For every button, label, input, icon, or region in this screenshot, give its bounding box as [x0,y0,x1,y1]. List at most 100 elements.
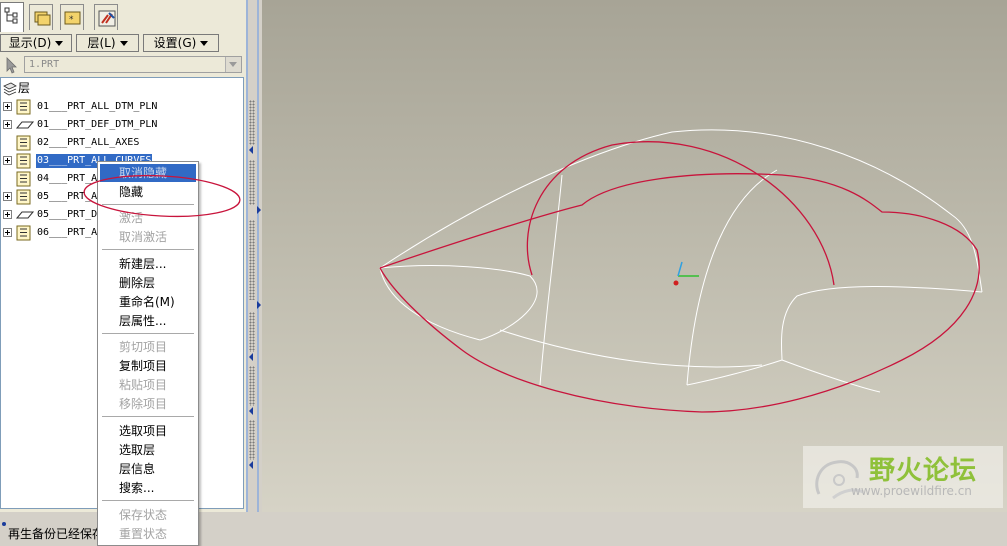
model-selector-combo[interactable]: 1.PRT [24,56,242,73]
menu-item-deactivate[interactable]: 取消激活 [100,228,196,246]
right-lower-edge [781,359,881,393]
menu-item-delete-layer[interactable]: 删除层 [100,274,196,292]
expand-plus-icon[interactable] [3,120,12,129]
folder-browser-icon [34,11,51,26]
graphics-viewport[interactable]: 野火论坛 www.proewildfire.cn [262,0,1007,512]
menu-item-new-layer[interactable]: 新建层... [100,255,196,273]
layers-stack-icon [3,82,17,96]
menu-separator [102,333,194,335]
expand-plus-icon[interactable] [3,210,12,219]
splitter-grip[interactable] [249,420,255,460]
model-filter-row: 1.PRT [0,55,246,75]
expand-plus-icon[interactable] [3,156,12,165]
wireframe-edges [379,129,983,393]
menu-item-select-items[interactable]: 选取项目 [100,422,196,440]
layer-name: 01___PRT_ALL_DTM_PLN [37,101,158,112]
forum-watermark: 野火论坛 www.proewildfire.cn [803,446,1003,508]
chevron-down-icon[interactable] [225,57,241,72]
layer-tree-icon [4,7,18,24]
model-tree-menu-bar: 显示(D) 层(L) 设置(G) [0,34,246,54]
expand-plus-icon[interactable] [3,228,12,237]
chevron-down-icon [119,41,128,46]
layer-list-icon [16,135,31,151]
menu-item-search[interactable]: 搜索... [100,479,196,497]
menu-item-reset-status[interactable]: 重置状态 [100,525,196,543]
left-section-curve [539,174,563,386]
favorites-folder-icon: * [64,11,81,25]
menu-separator [102,249,194,251]
bottom-link-edge [686,359,783,386]
layer-menu-button[interactable]: 层(L) [76,34,139,52]
settings-menu-button[interactable]: 设置(G) [143,34,219,52]
menu-item-copy-items[interactable]: 复制项目 [100,357,196,375]
datum-plane-icon [16,121,34,129]
layer-menu-label: 层(L) [87,36,116,50]
layer-list-icon [16,225,31,241]
select-pointer-button[interactable] [2,56,20,74]
collapse-left-icon[interactable] [249,407,253,415]
highlighted-curves [379,141,980,413]
expand-right-icon[interactable] [257,206,261,214]
layer-name: 04___PRT_A [37,173,98,184]
splitter-edge [246,0,248,512]
collapse-left-icon[interactable] [249,461,253,469]
menu-item-paste-items[interactable]: 粘贴项目 [100,376,196,394]
layer-tree-tab[interactable] [0,2,24,32]
splitter-grip[interactable] [249,160,255,205]
collapse-left-icon[interactable] [249,353,253,361]
menu-item-rename[interactable]: 重命名(M) [100,293,196,311]
menu-item-unhide[interactable]: 取消隐藏 [100,164,196,182]
layer-name: 05___PRT_D [37,209,98,220]
layer-list-icon [16,171,31,187]
menu-item-cut-items[interactable]: 剪切项目 [100,338,196,356]
menu-item-hide[interactable]: 隐藏 [100,183,196,201]
layer-name: 01___PRT_DEF_DTM_PLN [37,119,158,130]
svg-text:*: * [69,15,74,25]
menu-separator [102,204,194,206]
layer-name: 05___PRT_A [37,191,98,202]
watermark-url: www.proewildfire.cn [851,484,972,498]
splitter-grip[interactable] [249,220,255,300]
layer-list-icon [16,153,31,169]
datum-plane-icon [16,211,34,219]
layer-name: 02___PRT_ALL_AXES [37,137,140,148]
left-lobe-lower-edge [379,267,481,341]
left-lobe-edge [379,265,538,341]
menu-item-save-status[interactable]: 保存状态 [100,506,196,524]
coordinate-triad-icon [673,261,699,286]
panel-splitter[interactable] [246,0,262,512]
menu-item-remove-items[interactable]: 移除项目 [100,395,196,413]
connections-tools-icon [98,10,116,27]
splitter-grip[interactable] [249,366,255,406]
splitter-edge [257,0,259,512]
expand-plus-icon[interactable] [3,192,12,201]
status-bullet-icon [2,522,6,526]
cursor-arrow-icon [6,57,17,74]
top-arch-curve [526,141,835,286]
menu-item-select-layers[interactable]: 选取层 [100,441,196,459]
layer-list-icon [16,189,31,205]
favorites-tab[interactable]: * [60,4,84,30]
expand-plus-icon[interactable] [3,102,12,111]
collapse-left-icon[interactable] [249,146,253,154]
chevron-down-icon [55,41,64,46]
connections-tab[interactable] [94,4,118,30]
layer-context-menu: 取消隐藏 隐藏 激活 取消激活 新建层... 删除层 重命名(M) 层属性...… [97,161,199,546]
folder-browser-tab[interactable] [29,4,53,30]
menu-item-activate[interactable]: 激活 [100,209,196,227]
show-menu-button[interactable]: 显示(D) [0,34,72,52]
menu-item-layer-properties[interactable]: 层属性... [100,312,196,330]
show-menu-label: 显示(D) [8,36,52,50]
menu-separator [102,500,194,502]
settings-menu-label: 设置(G) [153,36,197,50]
wireframe-model[interactable] [262,0,1007,512]
lower-flow-edge [499,329,763,368]
splitter-grip[interactable] [249,100,255,145]
chevron-down-icon [200,41,209,46]
menu-item-layer-info[interactable]: 层信息 [100,460,196,478]
splitter-grip[interactable] [249,312,255,352]
expand-right-icon[interactable] [257,301,261,309]
watermark-title: 野火论坛 [869,456,978,486]
right-lobe-edge [780,286,983,361]
layer-list-icon [16,99,31,115]
